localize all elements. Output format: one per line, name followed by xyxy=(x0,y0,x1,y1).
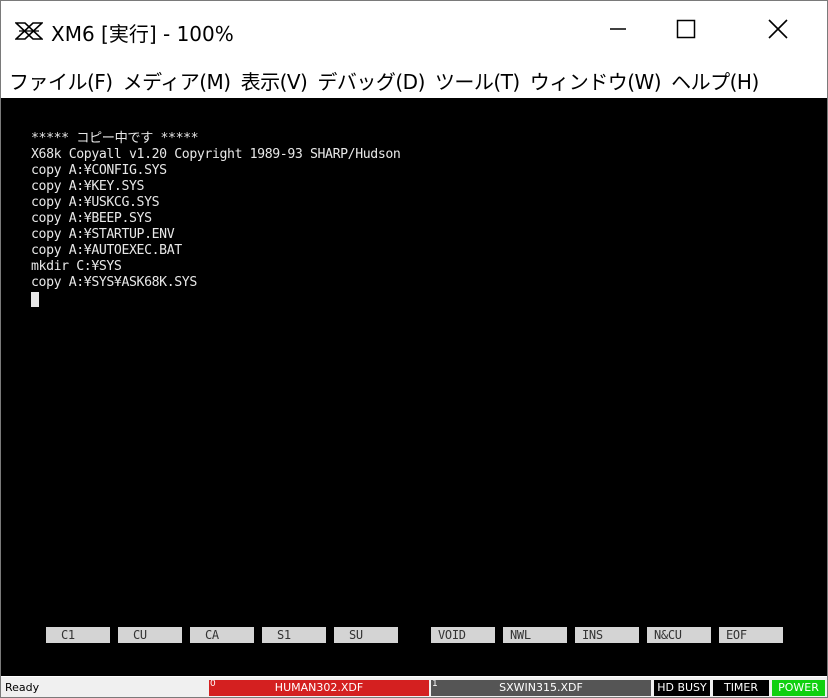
terminal-line: X68k Copyall v1.20 Copyright 1989-93 SHA… xyxy=(31,147,401,162)
menu-view[interactable]: 表示(V) xyxy=(236,66,313,95)
terminal-line: copy A:¥BEEP.SYS xyxy=(31,211,152,226)
floppy-drive-0[interactable]: 0 HUMAN302.XDF xyxy=(209,680,429,696)
fkey-c1: C1 xyxy=(46,627,110,643)
hd-busy-indicator: HD BUSY xyxy=(654,680,710,696)
fkey-ca: CA xyxy=(190,627,254,643)
fkey-ncu: N&CU xyxy=(647,627,711,643)
menu-file[interactable]: ファイル(F) xyxy=(1,66,118,95)
terminal-line: copy A:¥USKCG.SYS xyxy=(31,195,160,210)
xm6-window: XM6 [実行] - 100% ファイル(F) メディア(M) 表示(V) デバ… xyxy=(0,0,828,698)
maximize-button[interactable] xyxy=(663,1,709,61)
status-ready: Ready xyxy=(5,681,40,694)
terminal-line: copy A:¥CONFIG.SYS xyxy=(31,163,167,178)
menu-help[interactable]: ヘルプ(H) xyxy=(666,66,764,95)
terminal-line: copy A:¥STARTUP.ENV xyxy=(31,227,175,242)
drive-1-file: SXWIN315.XDF xyxy=(499,681,583,694)
menu-bar: ファイル(F) メディア(M) 表示(V) デバッグ(D) ツール(T) ウィン… xyxy=(1,63,827,97)
text-cursor xyxy=(31,292,39,307)
menu-tools[interactable]: ツール(T) xyxy=(430,66,525,95)
terminal-line: copy A:¥SYS¥ASK68K.SYS xyxy=(31,275,197,290)
terminal-output: ***** コピー中です ***** X68k Copyall v1.20 Co… xyxy=(31,131,401,291)
menu-debug[interactable]: デバッグ(D) xyxy=(312,66,430,95)
close-icon xyxy=(767,18,789,44)
menu-window[interactable]: ウィンドウ(W) xyxy=(525,66,666,95)
emulator-screen[interactable]: ***** コピー中です ***** X68k Copyall v1.20 Co… xyxy=(1,98,827,676)
maximize-icon xyxy=(676,19,696,43)
fkey-ins: INS xyxy=(575,627,639,643)
fkey-void: VOID xyxy=(431,627,495,643)
status-bar: Ready 0 HUMAN302.XDF 1 SXWIN315.XDF HD B… xyxy=(1,677,827,697)
terminal-line: copy A:¥AUTOEXEC.BAT xyxy=(31,243,182,258)
close-button[interactable] xyxy=(755,1,801,61)
fkey-su: SU xyxy=(334,627,398,643)
drive-0-number: 0 xyxy=(210,680,216,689)
window-title: XM6 [実行] - 100% xyxy=(51,22,234,46)
fkey-eof: EOF xyxy=(719,627,783,643)
drive-0-file: HUMAN302.XDF xyxy=(274,681,364,694)
terminal-line: mkdir C:¥SYS xyxy=(31,259,122,274)
terminal-line: ***** コピー中です ***** xyxy=(31,131,199,146)
title-bar[interactable]: XM6 [実行] - 100% xyxy=(1,1,827,61)
fkey-nwl: NWL xyxy=(503,627,567,643)
drive-1-number: 1 xyxy=(432,680,438,689)
fkey-cu: CU xyxy=(118,627,182,643)
timer-indicator: TIMER xyxy=(713,680,769,696)
minimize-button[interactable] xyxy=(595,1,641,61)
menu-media[interactable]: メディア(M) xyxy=(118,66,236,95)
xm6-logo-icon xyxy=(13,21,45,41)
fkey-s1: S1 xyxy=(262,627,326,643)
minimize-icon xyxy=(608,19,628,43)
terminal-line: copy A:¥KEY.SYS xyxy=(31,179,145,194)
floppy-drive-1[interactable]: 1 SXWIN315.XDF xyxy=(431,680,651,696)
power-indicator: POWER xyxy=(772,680,825,696)
